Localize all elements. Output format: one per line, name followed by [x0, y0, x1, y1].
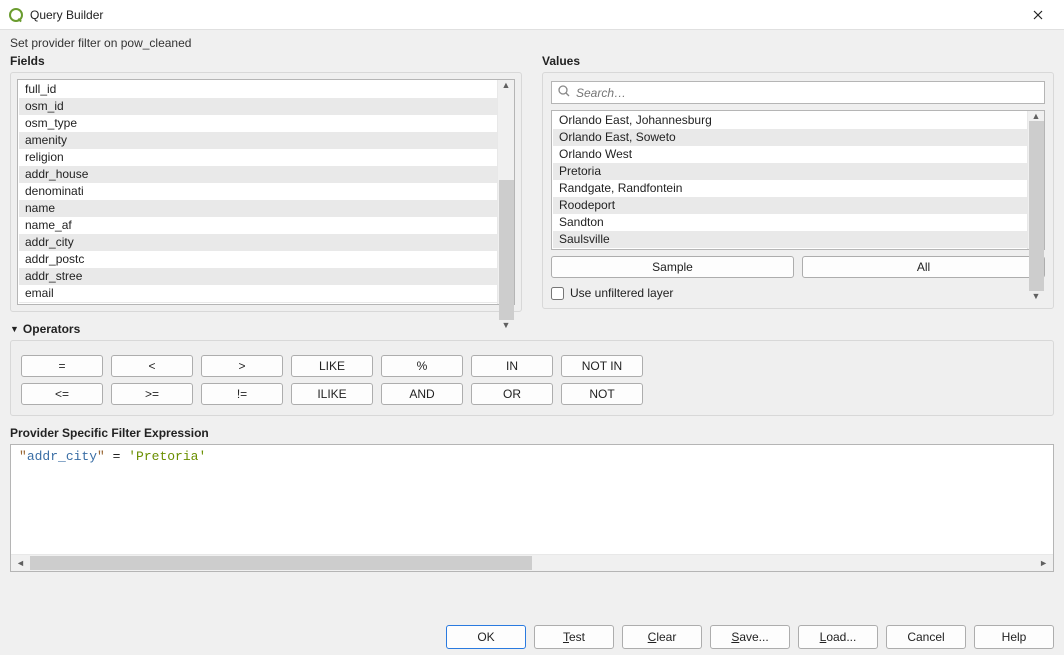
scroll-down-icon[interactable]: ▼	[498, 320, 514, 330]
list-item[interactable]: email	[19, 285, 497, 302]
scroll-up-icon[interactable]: ▲	[1028, 111, 1044, 121]
scroll-right-icon[interactable]: ►	[1034, 558, 1053, 568]
expression-horizontal-scrollbar[interactable]: ◄ ►	[11, 554, 1053, 571]
fields-section: Fields full_idosm_idosm_typeamenityrelig…	[10, 54, 522, 312]
list-item[interactable]: name_af	[19, 217, 497, 234]
operator-button[interactable]: =	[21, 355, 103, 377]
scroll-left-icon[interactable]: ◄	[11, 558, 30, 568]
operator-button[interactable]: IN	[471, 355, 553, 377]
operator-button[interactable]: <=	[21, 383, 103, 405]
scroll-thumb[interactable]	[1029, 121, 1044, 291]
list-item[interactable]: osm_type	[19, 115, 497, 132]
operators-toggle[interactable]: ▼ Operators	[0, 322, 1064, 336]
values-search-input[interactable]	[576, 86, 1038, 100]
unfiltered-checkbox-input[interactable]	[551, 287, 564, 300]
operator-button[interactable]: !=	[201, 383, 283, 405]
operators-label: Operators	[23, 322, 80, 336]
list-item[interactable]: addr_city	[19, 234, 497, 251]
operator-button[interactable]: OR	[471, 383, 553, 405]
expression-editor[interactable]: "addr_city" = 'Pretoria' ◄ ►	[10, 444, 1054, 572]
sample-button[interactable]: Sample	[551, 256, 794, 278]
list-item[interactable]: name	[19, 200, 497, 217]
provider-filter-label: Set provider filter on pow_cleaned	[0, 30, 1064, 54]
scroll-up-icon[interactable]: ▲	[498, 80, 514, 90]
list-item[interactable]: amenity	[19, 132, 497, 149]
list-item[interactable]: religion	[19, 149, 497, 166]
list-item[interactable]: fax	[19, 302, 497, 303]
fields-scrollbar[interactable]: ▲ ▼	[497, 80, 514, 304]
title-bar: Query Builder	[0, 0, 1064, 30]
list-item[interactable]: Orlando East, Johannesburg	[553, 112, 1027, 129]
list-item[interactable]: addr_postc	[19, 251, 497, 268]
app-icon	[8, 7, 24, 23]
help-button[interactable]: Help	[974, 625, 1054, 649]
scroll-thumb[interactable]	[499, 180, 514, 320]
ok-button[interactable]: OK	[446, 625, 526, 649]
list-item[interactable]: Saulsville	[553, 231, 1027, 248]
list-item[interactable]: Orlando East, Soweto	[553, 129, 1027, 146]
close-icon	[1033, 10, 1043, 20]
values-section: Values Orlando East, JohannesburgOrlando…	[542, 54, 1054, 312]
operator-button[interactable]: NOT IN	[561, 355, 643, 377]
save-button[interactable]: Save...	[710, 625, 790, 649]
list-item[interactable]: denominati	[19, 183, 497, 200]
operator-button[interactable]: AND	[381, 383, 463, 405]
search-icon	[558, 85, 570, 100]
operator-button[interactable]: %	[381, 355, 463, 377]
values-scrollbar[interactable]: ▲ ▼	[1027, 111, 1044, 249]
scroll-down-icon[interactable]: ▼	[1028, 291, 1044, 301]
list-item[interactable]: osm_id	[19, 98, 497, 115]
unfiltered-label: Use unfiltered layer	[570, 286, 673, 300]
list-item[interactable]: full_id	[19, 81, 497, 98]
list-item[interactable]: Orlando West	[553, 146, 1027, 163]
list-item[interactable]: addr_stree	[19, 268, 497, 285]
operator-button[interactable]: NOT	[561, 383, 643, 405]
unfiltered-layer-checkbox[interactable]: Use unfiltered layer	[551, 286, 1045, 300]
operator-button[interactable]: <	[111, 355, 193, 377]
cancel-button[interactable]: Cancel	[886, 625, 966, 649]
expression-label: Provider Specific Filter Expression	[0, 416, 1064, 444]
window-title: Query Builder	[30, 8, 1016, 22]
expression-text[interactable]: "addr_city" = 'Pretoria'	[11, 445, 1053, 468]
values-search[interactable]	[551, 81, 1045, 104]
list-item[interactable]: Roodeport	[553, 197, 1027, 214]
list-item[interactable]: addr_house	[19, 166, 497, 183]
operator-button[interactable]: LIKE	[291, 355, 373, 377]
test-button[interactable]: Test	[534, 625, 614, 649]
chevron-down-icon: ▼	[10, 324, 19, 334]
scroll-thumb[interactable]	[30, 556, 532, 570]
list-item[interactable]: Sandton	[553, 214, 1027, 231]
list-item[interactable]: Randgate, Randfontein	[553, 180, 1027, 197]
values-list[interactable]: Orlando East, JohannesburgOrlando East, …	[551, 110, 1045, 250]
operator-button[interactable]: ILIKE	[291, 383, 373, 405]
close-button[interactable]	[1016, 0, 1060, 30]
operator-button[interactable]: >=	[111, 383, 193, 405]
fields-label: Fields	[10, 54, 522, 68]
values-label: Values	[542, 54, 1054, 68]
all-button[interactable]: All	[802, 256, 1045, 278]
list-item[interactable]: Pretoria	[553, 163, 1027, 180]
operator-button[interactable]: >	[201, 355, 283, 377]
fields-list[interactable]: full_idosm_idosm_typeamenityreligionaddr…	[17, 79, 515, 305]
clear-button[interactable]: Clear	[622, 625, 702, 649]
load-button[interactable]: Load...	[798, 625, 878, 649]
dialog-footer: OK Test Clear Save... Load... Cancel Hel…	[0, 625, 1064, 649]
